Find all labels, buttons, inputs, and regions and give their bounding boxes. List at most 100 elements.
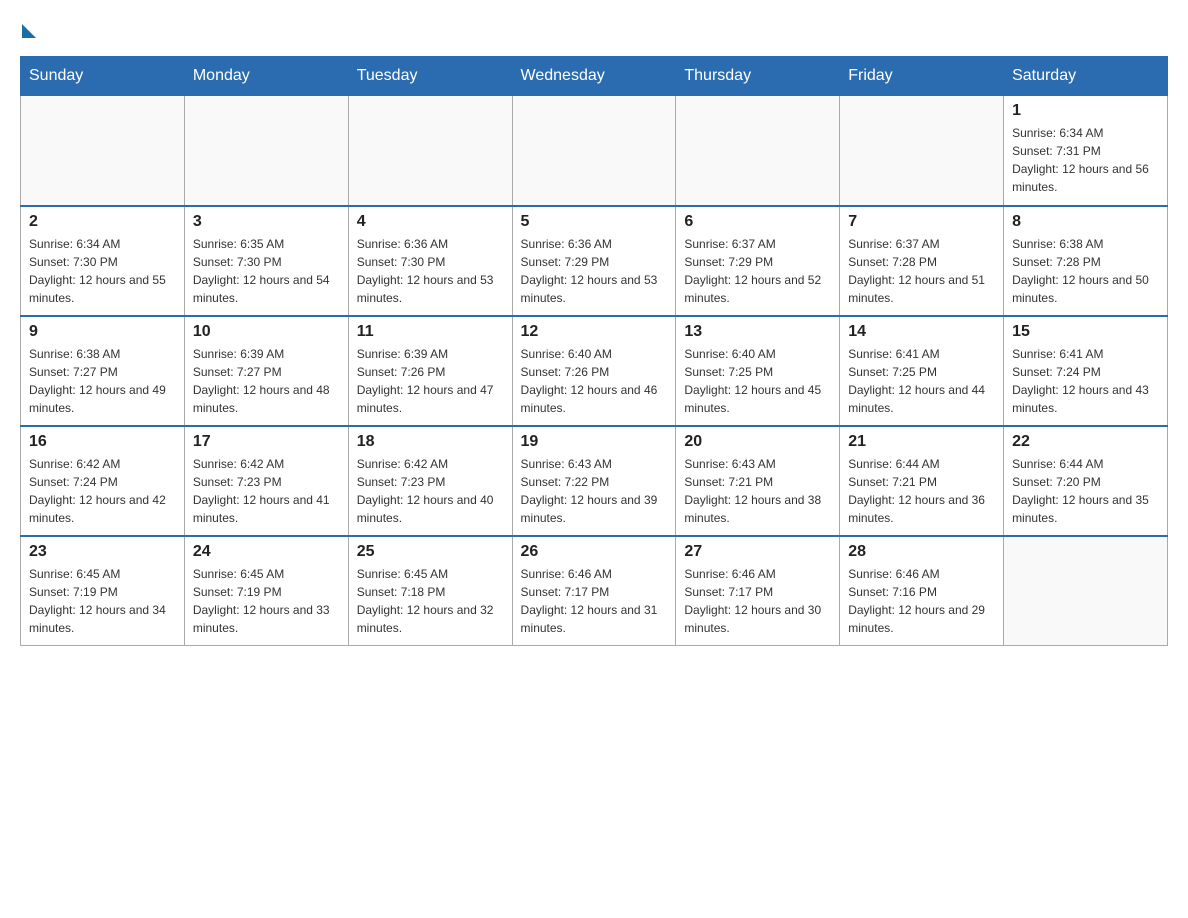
weekday-header-sunday: Sunday [21, 57, 185, 96]
calendar-day-cell: 2 Sunrise: 6:34 AMSunset: 7:30 PMDaylight… [21, 206, 185, 316]
day-number: 19 [521, 433, 668, 451]
day-number: 14 [848, 323, 995, 341]
day-info: Sunrise: 6:45 AMSunset: 7:18 PMDaylight:… [357, 565, 504, 637]
calendar-day-cell: 12 Sunrise: 6:40 AMSunset: 7:26 PMDayligh… [512, 316, 676, 426]
day-info: Sunrise: 6:41 AMSunset: 7:25 PMDaylight:… [848, 345, 995, 417]
day-number: 10 [193, 323, 340, 341]
calendar-day-cell: 22 Sunrise: 6:44 AMSunset: 7:20 PMDayligh… [1004, 426, 1168, 536]
day-info: Sunrise: 6:40 AMSunset: 7:26 PMDaylight:… [521, 345, 668, 417]
day-info: Sunrise: 6:46 AMSunset: 7:16 PMDaylight:… [848, 565, 995, 637]
day-info: Sunrise: 6:38 AMSunset: 7:27 PMDaylight:… [29, 345, 176, 417]
calendar-day-cell [512, 96, 676, 206]
weekday-header-wednesday: Wednesday [512, 57, 676, 96]
logo [20, 20, 36, 36]
day-number: 28 [848, 543, 995, 561]
calendar-day-cell: 9 Sunrise: 6:38 AMSunset: 7:27 PMDaylight… [21, 316, 185, 426]
calendar-week-row: 23 Sunrise: 6:45 AMSunset: 7:19 PMDayligh… [21, 536, 1168, 646]
day-number: 8 [1012, 213, 1159, 231]
weekday-header-monday: Monday [184, 57, 348, 96]
day-number: 3 [193, 213, 340, 231]
calendar-day-cell: 18 Sunrise: 6:42 AMSunset: 7:23 PMDayligh… [348, 426, 512, 536]
day-number: 13 [684, 323, 831, 341]
day-number: 1 [1012, 102, 1159, 120]
calendar-day-cell: 13 Sunrise: 6:40 AMSunset: 7:25 PMDayligh… [676, 316, 840, 426]
calendar-day-cell: 7 Sunrise: 6:37 AMSunset: 7:28 PMDaylight… [840, 206, 1004, 316]
day-number: 7 [848, 213, 995, 231]
calendar-day-cell: 25 Sunrise: 6:45 AMSunset: 7:18 PMDayligh… [348, 536, 512, 646]
day-number: 12 [521, 323, 668, 341]
day-info: Sunrise: 6:37 AMSunset: 7:29 PMDaylight:… [684, 235, 831, 307]
day-info: Sunrise: 6:41 AMSunset: 7:24 PMDaylight:… [1012, 345, 1159, 417]
day-number: 17 [193, 433, 340, 451]
calendar-day-cell: 6 Sunrise: 6:37 AMSunset: 7:29 PMDaylight… [676, 206, 840, 316]
day-info: Sunrise: 6:40 AMSunset: 7:25 PMDaylight:… [684, 345, 831, 417]
day-number: 2 [29, 213, 176, 231]
day-info: Sunrise: 6:43 AMSunset: 7:22 PMDaylight:… [521, 455, 668, 527]
calendar-day-cell: 10 Sunrise: 6:39 AMSunset: 7:27 PMDayligh… [184, 316, 348, 426]
day-info: Sunrise: 6:34 AMSunset: 7:30 PMDaylight:… [29, 235, 176, 307]
day-info: Sunrise: 6:42 AMSunset: 7:23 PMDaylight:… [357, 455, 504, 527]
calendar-day-cell [676, 96, 840, 206]
day-info: Sunrise: 6:39 AMSunset: 7:27 PMDaylight:… [193, 345, 340, 417]
calendar-day-cell: 19 Sunrise: 6:43 AMSunset: 7:22 PMDayligh… [512, 426, 676, 536]
calendar-day-cell: 23 Sunrise: 6:45 AMSunset: 7:19 PMDayligh… [21, 536, 185, 646]
day-number: 16 [29, 433, 176, 451]
calendar-day-cell: 16 Sunrise: 6:42 AMSunset: 7:24 PMDayligh… [21, 426, 185, 536]
day-info: Sunrise: 6:42 AMSunset: 7:23 PMDaylight:… [193, 455, 340, 527]
weekday-header-thursday: Thursday [676, 57, 840, 96]
day-number: 15 [1012, 323, 1159, 341]
calendar-day-cell: 21 Sunrise: 6:44 AMSunset: 7:21 PMDayligh… [840, 426, 1004, 536]
day-number: 9 [29, 323, 176, 341]
day-info: Sunrise: 6:44 AMSunset: 7:21 PMDaylight:… [848, 455, 995, 527]
calendar-day-cell: 20Sunrise: 6:43 AMSunset: 7:21 PMDayligh… [676, 426, 840, 536]
calendar-day-cell: 8 Sunrise: 6:38 AMSunset: 7:28 PMDaylight… [1004, 206, 1168, 316]
calendar-week-row: 2 Sunrise: 6:34 AMSunset: 7:30 PMDaylight… [21, 206, 1168, 316]
calendar-day-cell: 5 Sunrise: 6:36 AMSunset: 7:29 PMDaylight… [512, 206, 676, 316]
calendar-day-cell: 27 Sunrise: 6:46 AMSunset: 7:17 PMDayligh… [676, 536, 840, 646]
day-info: Sunrise: 6:36 AMSunset: 7:29 PMDaylight:… [521, 235, 668, 307]
page-header [20, 20, 1168, 36]
day-number: 25 [357, 543, 504, 561]
calendar-day-cell: 15 Sunrise: 6:41 AMSunset: 7:24 PMDayligh… [1004, 316, 1168, 426]
calendar-day-cell: 1 Sunrise: 6:34 AMSunset: 7:31 PMDaylight… [1004, 96, 1168, 206]
weekday-header-row: SundayMondayTuesdayWednesdayThursdayFrid… [21, 57, 1168, 96]
day-number: 18 [357, 433, 504, 451]
day-info: Sunrise: 6:35 AMSunset: 7:30 PMDaylight:… [193, 235, 340, 307]
calendar-day-cell: 28 Sunrise: 6:46 AMSunset: 7:16 PMDayligh… [840, 536, 1004, 646]
calendar-day-cell: 3 Sunrise: 6:35 AMSunset: 7:30 PMDaylight… [184, 206, 348, 316]
day-info: Sunrise: 6:45 AMSunset: 7:19 PMDaylight:… [29, 565, 176, 637]
day-number: 5 [521, 213, 668, 231]
day-info: Sunrise: 6:46 AMSunset: 7:17 PMDaylight:… [521, 565, 668, 637]
day-number: 6 [684, 213, 831, 231]
calendar-day-cell: 11 Sunrise: 6:39 AMSunset: 7:26 PMDayligh… [348, 316, 512, 426]
day-number: 24 [193, 543, 340, 561]
day-number: 4 [357, 213, 504, 231]
day-info: Sunrise: 6:39 AMSunset: 7:26 PMDaylight:… [357, 345, 504, 417]
calendar-day-cell [21, 96, 185, 206]
weekday-header-tuesday: Tuesday [348, 57, 512, 96]
day-info: Sunrise: 6:37 AMSunset: 7:28 PMDaylight:… [848, 235, 995, 307]
day-number: 27 [684, 543, 831, 561]
calendar-day-cell: 17 Sunrise: 6:42 AMSunset: 7:23 PMDayligh… [184, 426, 348, 536]
day-info: Sunrise: 6:36 AMSunset: 7:30 PMDaylight:… [357, 235, 504, 307]
day-number: 23 [29, 543, 176, 561]
calendar-day-cell: 24Sunrise: 6:45 AMSunset: 7:19 PMDayligh… [184, 536, 348, 646]
day-info: Sunrise: 6:44 AMSunset: 7:20 PMDaylight:… [1012, 455, 1159, 527]
day-number: 26 [521, 543, 668, 561]
day-number: 21 [848, 433, 995, 451]
day-number: 22 [1012, 433, 1159, 451]
calendar-day-cell [348, 96, 512, 206]
calendar-day-cell [840, 96, 1004, 206]
day-info: Sunrise: 6:46 AMSunset: 7:17 PMDaylight:… [684, 565, 831, 637]
day-number: 20 [684, 433, 831, 451]
day-info: Sunrise: 6:42 AMSunset: 7:24 PMDaylight:… [29, 455, 176, 527]
day-number: 11 [357, 323, 504, 341]
calendar-day-cell: 14 Sunrise: 6:41 AMSunset: 7:25 PMDayligh… [840, 316, 1004, 426]
calendar-week-row: 16 Sunrise: 6:42 AMSunset: 7:24 PMDayligh… [21, 426, 1168, 536]
calendar-day-cell: 4 Sunrise: 6:36 AMSunset: 7:30 PMDaylight… [348, 206, 512, 316]
logo-triangle-icon [22, 24, 36, 38]
day-info: Sunrise: 6:34 AMSunset: 7:31 PMDaylight:… [1012, 124, 1159, 196]
calendar-table: SundayMondayTuesdayWednesdayThursdayFrid… [20, 56, 1168, 646]
day-info: Sunrise: 6:38 AMSunset: 7:28 PMDaylight:… [1012, 235, 1159, 307]
weekday-header-saturday: Saturday [1004, 57, 1168, 96]
